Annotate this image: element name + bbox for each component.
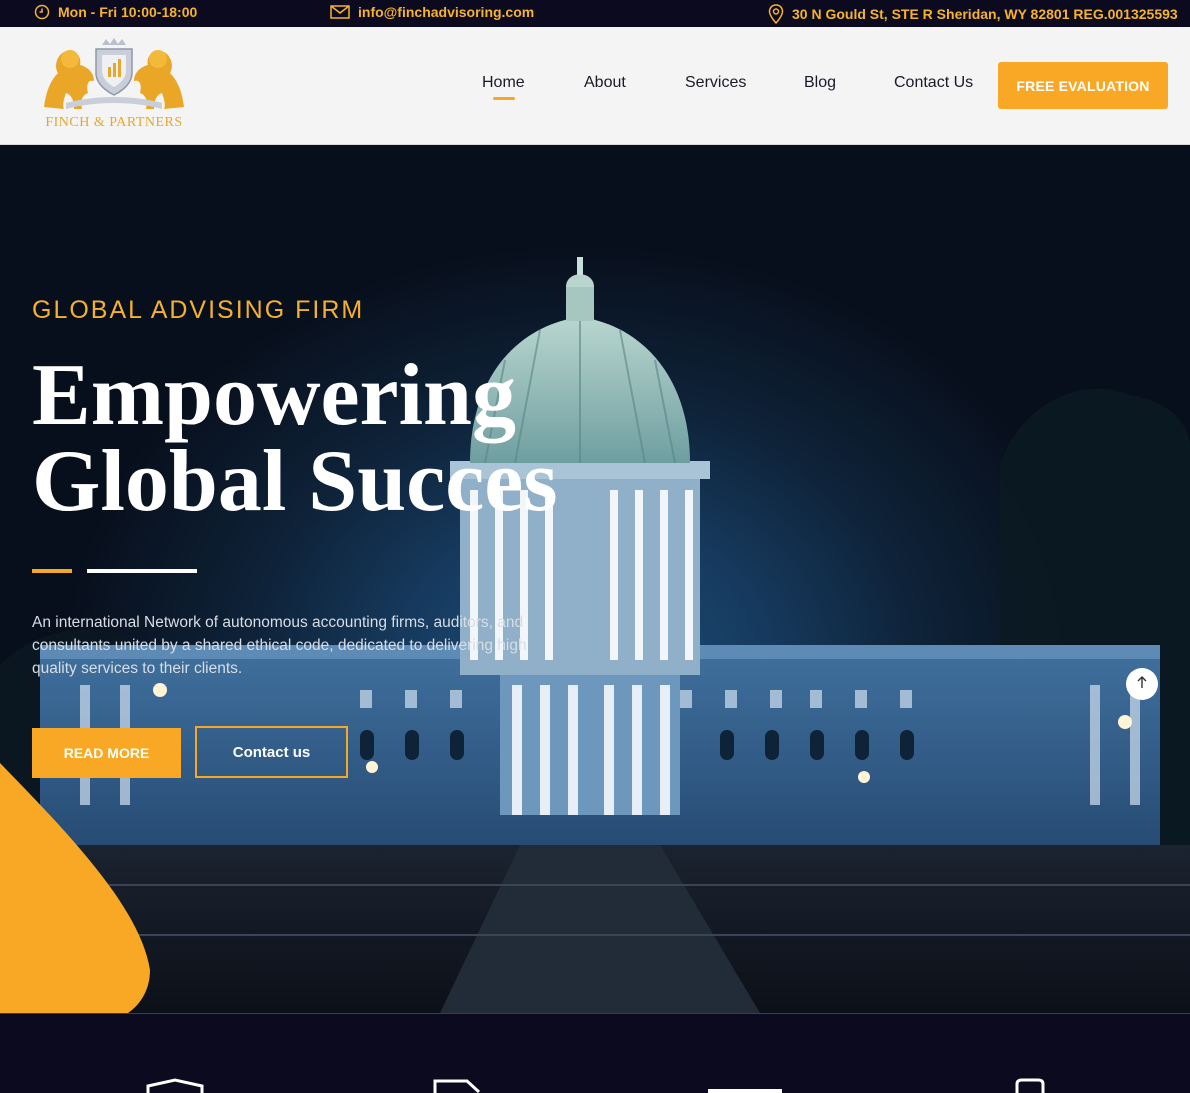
phone-service-icon [1015,1078,1045,1093]
top-info-bar: Mon - Fri 10:00-18:00 info@finchadvisori… [0,0,1190,27]
business-hours: Mon - Fri 10:00-18:00 [34,4,197,20]
nav-active-indicator [493,97,515,100]
contact-us-button[interactable]: Contact us [195,726,348,778]
services-strip [0,1013,1190,1093]
hero-eyebrow: GLOBAL ADVISING FIRM [32,296,365,324]
monitor-service-icon [708,1089,782,1093]
address-text: 30 N Gould St, STE R Sheridan, WY 82801 … [792,6,1178,22]
logo-wordmark: FINCH & PARTNERS [45,115,183,130]
headline-line-1: Empowering [32,347,516,444]
hero-headline: Empowering Global Succes [32,347,672,530]
capitol-background-image [0,257,1190,1013]
free-evaluation-button[interactable]: FREE EVALUATION [998,62,1168,109]
envelope-icon [330,5,350,19]
lions-crest-icon [44,38,184,109]
nav-services[interactable]: Services [685,74,746,92]
nav-contact-us[interactable]: Contact Us [894,74,973,92]
headline-line-2: Global Succes [32,433,558,530]
nav-blog[interactable]: Blog [804,74,836,92]
shield-service-icon [146,1078,204,1093]
hero-divider-accent [32,569,72,573]
email-text: info@finchadvisoring.com [358,4,535,20]
hero-section: GLOBAL ADVISING FIRM Empowering Global S… [0,145,1190,1013]
site-header: FINCH & PARTNERS Home About Services Blo… [0,27,1190,145]
hours-text: Mon - Fri 10:00-18:00 [58,4,198,20]
hero-divider-white [87,569,197,573]
nav-home[interactable]: Home [482,74,525,92]
hero-intro-text: An international Network of autonomous a… [32,614,527,677]
address: 30 N Gould St, STE R Sheridan, WY 82801 … [768,4,1178,24]
read-more-button[interactable]: READ MORE [32,728,181,778]
clock-icon [34,4,50,20]
arrow-up-icon [1136,675,1148,694]
email-link[interactable]: info@finchadvisoring.com [330,4,534,20]
company-logo[interactable]: FINCH & PARTNERS [36,37,192,137]
scroll-to-top-button[interactable] [1126,668,1158,700]
map-pin-icon [768,4,784,24]
document-service-icon [433,1079,481,1093]
nav-about[interactable]: About [584,74,626,92]
